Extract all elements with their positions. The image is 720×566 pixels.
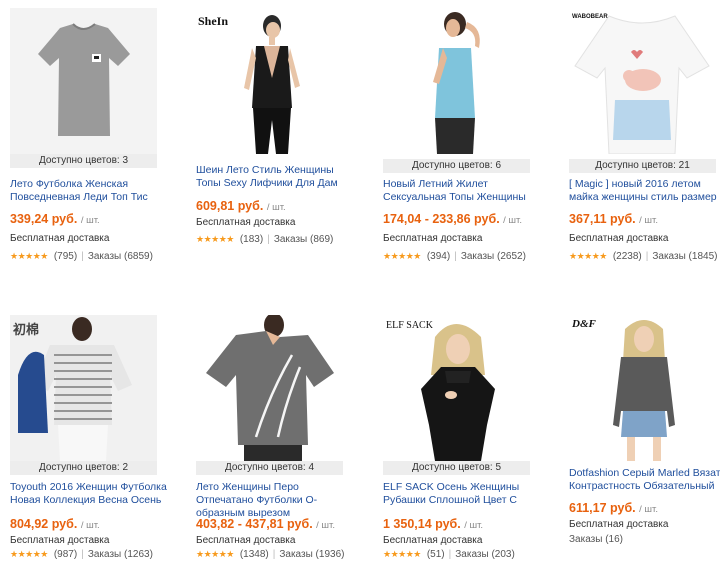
- brand-logo: SheIn: [198, 14, 229, 28]
- star-rating-icon: ★★★★★: [10, 549, 48, 559]
- free-shipping: Бесплатная доставка: [196, 535, 296, 546]
- product-price: 367,11 руб. / шт.: [569, 212, 658, 226]
- product-image[interactable]: [569, 8, 716, 154]
- product-price: 609,81 руб. / шт.: [196, 199, 286, 213]
- available-colors: Доступно цветов: 2: [10, 461, 157, 475]
- available-colors: Доступно цветов: 21: [569, 159, 716, 173]
- free-shipping: Бесплатная доставка: [10, 535, 110, 546]
- rating-row: ★★★★★ (183) | Заказы (869): [196, 234, 334, 245]
- available-colors: Доступно цветов: 4: [196, 461, 343, 475]
- product-price: 339,24 руб. / шт.: [10, 212, 100, 226]
- brand-logo: D&F: [572, 318, 596, 330]
- rating-row: ★★★★★ (51) | Заказы (203): [383, 549, 515, 560]
- review-count: (2238): [612, 251, 642, 262]
- star-rating-icon: ★★★★★: [196, 549, 234, 559]
- order-count: Заказы (1263): [87, 549, 153, 560]
- product-price: 1 350,14 руб. / шт.: [383, 517, 484, 531]
- product-image[interactable]: [569, 315, 716, 461]
- product-title[interactable]: Новый Летний Жилет Сексуальная Топы Женщ…: [383, 178, 543, 204]
- product-price: 804,92 руб. / шт.: [10, 517, 100, 531]
- free-shipping: Бесплатная доставка: [569, 233, 669, 244]
- available-colors: Доступно цветов: 3: [10, 154, 157, 168]
- brand-logo: 初棉: [13, 322, 40, 337]
- order-count: Заказы (2652): [460, 251, 526, 262]
- product-image[interactable]: [10, 8, 157, 154]
- rating-row: ★★★★★ (987) | Заказы (1263): [10, 549, 153, 560]
- product-price: 403,82 - 437,81 руб. / шт.: [196, 517, 335, 531]
- product-title[interactable]: Лето Футболка Женская Повседневная Леди …: [10, 178, 170, 204]
- product-title[interactable]: Шеин Лето Стиль Женщины Топы Sexy Лифчик…: [196, 164, 356, 190]
- brand-logo: ELF SACK: [386, 320, 433, 331]
- free-shipping: Бесплатная доставка: [569, 519, 669, 530]
- order-count: Заказы (869): [273, 234, 334, 245]
- product-price: 174,04 - 233,86 руб. / шт.: [383, 212, 522, 226]
- product-title[interactable]: Dotfashion Серый Marled Вязать Контрастн…: [569, 467, 720, 493]
- star-rating-icon: ★★★★★: [383, 549, 421, 559]
- product-title[interactable]: Лето Женщины Перо Отпечатано Футболки О-…: [196, 481, 356, 520]
- order-count: Заказы (6859): [87, 251, 153, 262]
- product-image[interactable]: [383, 315, 530, 461]
- free-shipping: Бесплатная доставка: [383, 233, 483, 244]
- product-price: 611,17 руб. / шт.: [569, 501, 658, 515]
- order-count: Заказы (1845): [652, 251, 718, 262]
- order-count: Заказы (203): [455, 549, 515, 560]
- brand-logo: WABOBEAR: [572, 14, 608, 20]
- rating-row: ★★★★★ (2238) | Заказы (1845): [569, 251, 718, 262]
- star-rating-icon: ★★★★★: [10, 251, 48, 261]
- review-count: (394): [426, 251, 451, 262]
- order-count: Заказы (1936): [279, 549, 345, 560]
- rating-row: Заказы (16): [569, 534, 623, 545]
- rating-row: ★★★★★ (1348) | Заказы (1936): [196, 549, 345, 560]
- product-image[interactable]: [196, 8, 343, 154]
- product-image[interactable]: [383, 8, 530, 154]
- order-count: Заказы (16): [569, 534, 623, 545]
- review-count: (51): [426, 549, 445, 560]
- free-shipping: Бесплатная доставка: [196, 217, 296, 228]
- product-title[interactable]: [ Magic ] новый 2016 летом майка женщины…: [569, 178, 720, 204]
- available-colors: Доступно цветов: 6: [383, 159, 530, 173]
- rating-row: ★★★★★ (394) | Заказы (2652): [383, 251, 526, 262]
- product-image[interactable]: [196, 315, 343, 461]
- product-title[interactable]: ELF SACK Осень Женщины Рубашки Сплошной …: [383, 481, 543, 507]
- review-count: (1348): [239, 549, 269, 560]
- review-count: (987): [53, 549, 78, 560]
- star-rating-icon: ★★★★★: [569, 251, 607, 261]
- star-rating-icon: ★★★★★: [383, 251, 421, 261]
- free-shipping: Бесплатная доставка: [10, 233, 110, 244]
- review-count: (795): [53, 251, 78, 262]
- free-shipping: Бесплатная доставка: [383, 535, 483, 546]
- product-title[interactable]: Toyouth 2016 Женщин Футболка Новая Колле…: [10, 481, 170, 507]
- review-count: (183): [239, 234, 264, 245]
- rating-row: ★★★★★ (795) | Заказы (6859): [10, 251, 153, 262]
- available-colors: Доступно цветов: 5: [383, 461, 530, 475]
- star-rating-icon: ★★★★★: [196, 234, 234, 244]
